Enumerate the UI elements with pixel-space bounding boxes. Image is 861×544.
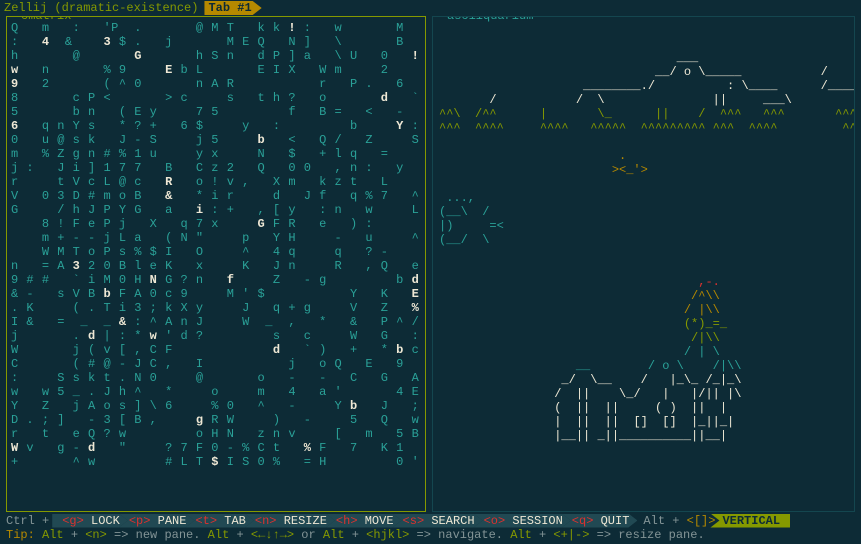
workspace: cmatrix Q m : 'P . @ M T k k ! : w M a $… — [0, 16, 861, 512]
cmatrix-content: Q m : 'P . @ M T k k ! : w M a $ Z 4 : 4… — [7, 21, 425, 469]
statusbar: Ctrl + <g> LOCK<p> PANE<t> TAB<n> RESIZE… — [0, 512, 861, 528]
statusbar-item-search[interactable]: <s> SEARCH — [393, 514, 483, 528]
session-label: Zellij (dramatic-existence) — [4, 1, 198, 15]
tipbar: Tip: Alt + <n> => new pane. Alt + <←↓↑→>… — [0, 528, 861, 544]
statusbar-item-resize[interactable]: <n> RESIZE — [245, 514, 335, 528]
topbar: Zellij (dramatic-existence) Tab #1 — [0, 0, 861, 16]
statusbar-item-lock[interactable]: <g> LOCK — [52, 514, 128, 528]
pane-title-asciiquarium: asciiquarium — [443, 16, 537, 23]
tip-label: Tip: — [6, 528, 35, 542]
statusbar-mode: VERTICAL — [710, 514, 790, 528]
statusbar-item-session[interactable]: <o> SESSION — [474, 514, 571, 528]
pane-title-cmatrix: cmatrix — [17, 16, 75, 23]
pane-cmatrix[interactable]: cmatrix Q m : 'P . @ M T k k ! : w M a $… — [6, 16, 426, 512]
statusbar-alt-label: Alt + <[]> — [643, 514, 715, 528]
pane-asciiquarium[interactable]: asciiquarium ___ __/ o \_____ / ________… — [432, 16, 855, 512]
active-tab[interactable]: Tab #1 — [204, 1, 261, 15]
asciiquarium-content: ___ __/ o \_____ / ________./ : \____ /_… — [433, 21, 854, 445]
statusbar-prefix: Ctrl + — [6, 514, 49, 528]
statusbar-item-pane[interactable]: <p> PANE — [119, 514, 195, 528]
statusbar-item-quit[interactable]: <q> QUIT — [562, 514, 638, 528]
statusbar-item-move[interactable]: <h> MOVE — [326, 514, 402, 528]
statusbar-item-tab[interactable]: <t> TAB — [185, 514, 253, 528]
